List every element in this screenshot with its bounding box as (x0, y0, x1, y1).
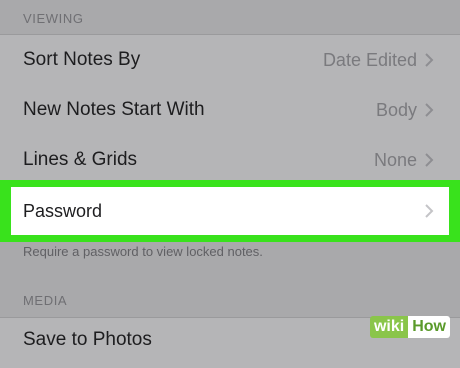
chevron-right-icon (425, 204, 434, 218)
sort-notes-by-value: Date Edited (322, 50, 417, 70)
lines-and-grids-row[interactable]: Lines & Grids None (0, 135, 460, 185)
lines-and-grids-label: Lines & Grids (23, 149, 138, 170)
new-notes-start-with-row[interactable]: New Notes Start With Body (0, 85, 460, 135)
save-to-photos-label: Save to Photos (23, 329, 152, 350)
sort-notes-by-label: Sort Notes By (23, 49, 141, 70)
watermark-wiki: wiki (369, 316, 409, 338)
watermark-how: How (408, 316, 450, 338)
chevron-right-icon (425, 153, 434, 167)
section-header-viewing: VIEWING (23, 11, 84, 26)
chevron-right-icon (425, 103, 434, 117)
new-notes-start-with-value: Body (375, 100, 417, 120)
chevron-right-icon (425, 53, 434, 67)
password-row[interactable]: Password (11, 187, 449, 235)
lines-and-grids-value: None (373, 150, 417, 170)
sort-notes-by-row[interactable]: Sort Notes By Date Edited (0, 35, 460, 85)
section-header-media: MEDIA (23, 293, 68, 308)
password-label: Password (23, 201, 103, 221)
password-footer-note: Require a password to view locked notes. (23, 244, 263, 259)
wikihow-watermark: wiki How (369, 315, 450, 339)
new-notes-start-with-label: New Notes Start With (23, 99, 205, 120)
